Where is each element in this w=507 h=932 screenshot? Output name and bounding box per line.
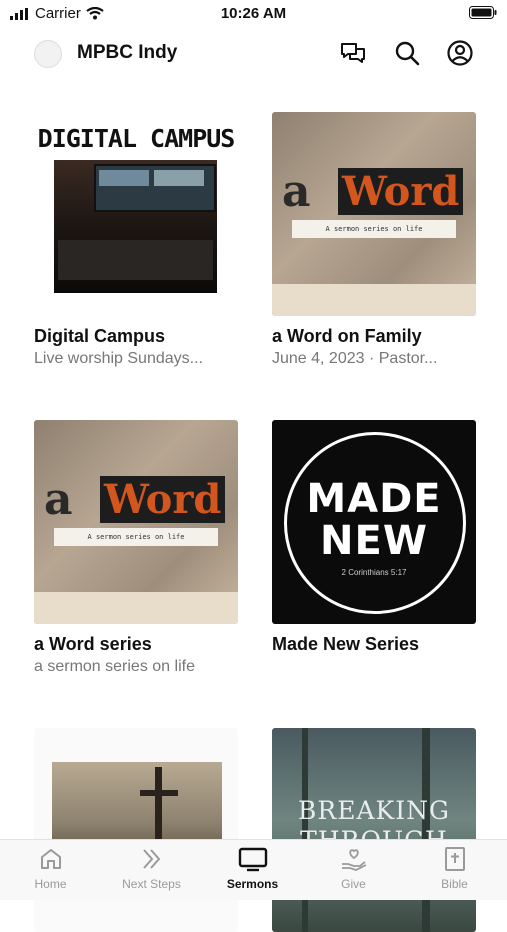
- sermon-card-digital-campus[interactable]: DIGITAL CAMPUS Digital Campus Live worsh…: [34, 112, 238, 368]
- search-icon[interactable]: [393, 39, 421, 67]
- card-artwork: DIGITAL CAMPUS: [34, 112, 238, 316]
- battery-icon: [469, 6, 497, 19]
- tab-next-steps[interactable]: Next Steps: [101, 846, 202, 891]
- tab-label: Give: [341, 877, 366, 891]
- church-logo: [34, 40, 62, 68]
- artwork-line-made: MADE: [306, 476, 442, 522]
- status-bar: Carrier 10:26 AM: [0, 0, 507, 30]
- card-subtitle: a sermon series on life: [34, 658, 195, 675]
- artwork-line-new: NEW: [320, 518, 428, 564]
- tab-label: Home: [34, 877, 67, 891]
- sermon-card-made-new-series[interactable]: MADE NEW 2 Corinthians 5:17 Made New Ser…: [272, 420, 476, 658]
- tv-icon: [238, 847, 267, 872]
- card-title: Digital Campus: [34, 326, 166, 346]
- sermon-card-cross[interactable]: [34, 728, 238, 932]
- tab-give[interactable]: Give: [303, 846, 404, 891]
- sermon-card-a-word-on-family[interactable]: a Word A sermon series on life a Word on…: [272, 112, 476, 368]
- studio-photo: [54, 160, 217, 293]
- card-title: Made New Series: [272, 634, 420, 654]
- home-icon: [40, 849, 61, 869]
- tab-bible[interactable]: Bible: [404, 846, 505, 891]
- card-title: a Word series: [34, 634, 152, 654]
- artwork-caption: A sermon series on life: [54, 528, 218, 546]
- bible-icon: [444, 847, 465, 871]
- app-title: MPBC Indy: [77, 42, 178, 63]
- tab-label: Next Steps: [122, 877, 181, 891]
- paper-scrap: [34, 592, 238, 624]
- tab-sermons[interactable]: Sermons: [202, 846, 303, 891]
- tab-label: Sermons: [226, 877, 279, 891]
- card-subtitle: June 4, 2023 · Pastor...: [272, 350, 438, 367]
- card-artwork: MADE NEW 2 Corinthians 5:17: [272, 420, 476, 624]
- card-artwork: BREAKING THROUGH: [272, 728, 476, 932]
- artwork-caption: A sermon series on life: [292, 220, 456, 238]
- artwork-letter-a: a: [282, 166, 311, 217]
- give-icon: [341, 849, 366, 871]
- app-header: MPBC Indy: [0, 30, 507, 76]
- sermon-card-breaking-through[interactable]: BREAKING THROUGH: [272, 728, 476, 932]
- paper-scrap: [272, 284, 476, 316]
- artwork-word: Word: [338, 168, 464, 215]
- profile-icon[interactable]: [446, 39, 474, 67]
- card-title: a Word on Family: [272, 326, 422, 346]
- artwork-title: DIGITAL CAMPUS: [37, 124, 236, 153]
- bottom-tab-bar: Home Next Steps Sermons Give Bible: [0, 839, 507, 900]
- tab-home[interactable]: Home: [0, 846, 101, 891]
- card-subtitle: Live worship Sundays...: [34, 350, 203, 367]
- chevrons-icon: [142, 849, 160, 869]
- card-artwork: a Word A sermon series on life: [34, 420, 238, 624]
- status-time: 10:26 AM: [220, 5, 287, 22]
- artwork-letter-a: a: [44, 474, 73, 525]
- chat-icon[interactable]: [339, 39, 367, 67]
- artwork-word: Word: [100, 476, 226, 523]
- artwork-line-breaking: BREAKING: [298, 796, 450, 825]
- sermon-card-a-word-series[interactable]: a Word A sermon series on life a Word se…: [34, 420, 238, 676]
- card-artwork: [34, 728, 238, 932]
- artwork-scripture-ref: 2 Corinthians 5:17: [341, 568, 407, 577]
- tab-label: Bible: [441, 877, 468, 891]
- card-artwork: a Word A sermon series on life: [272, 112, 476, 316]
